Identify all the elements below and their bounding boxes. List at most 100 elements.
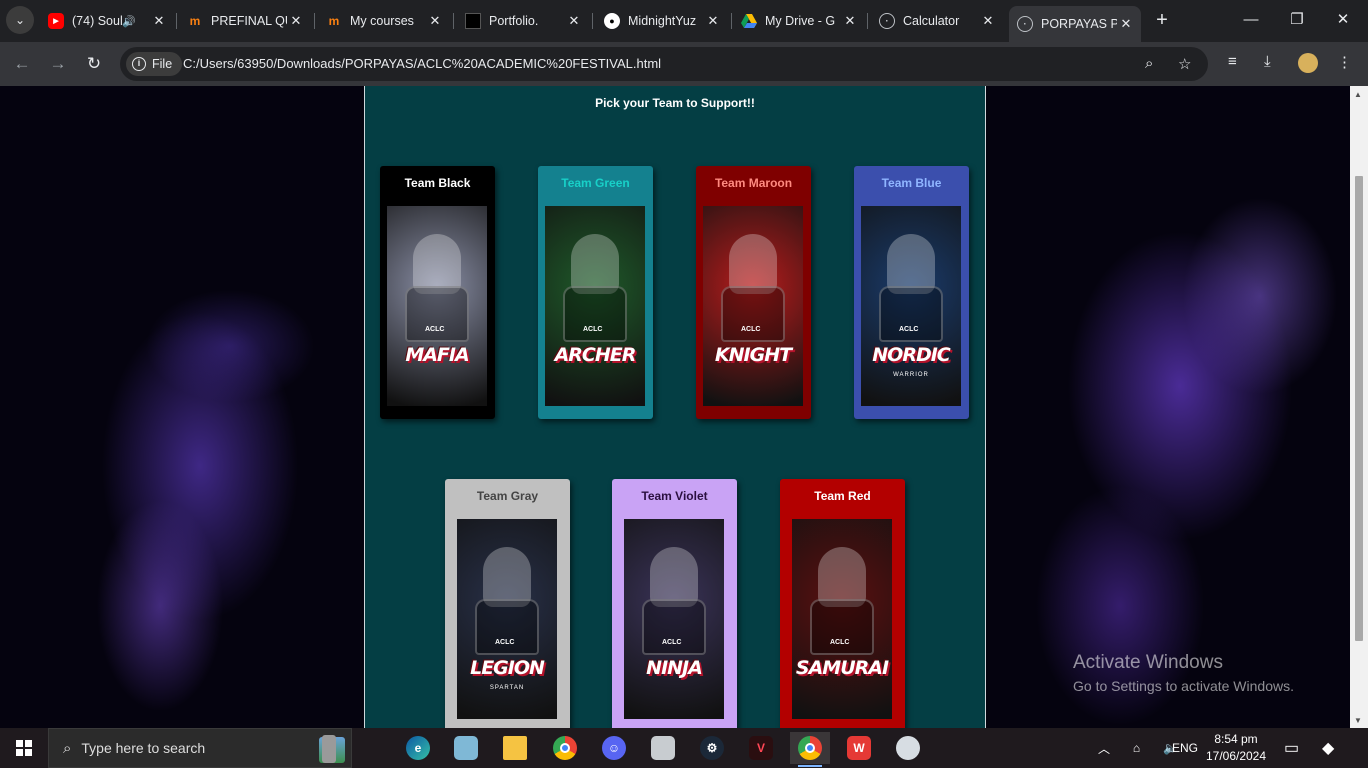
taskbar-app-photos[interactable] bbox=[643, 732, 683, 764]
back-button[interactable]: ← bbox=[10, 52, 34, 76]
arrow-left-icon: ← bbox=[13, 54, 31, 73]
team-card-knight[interactable]: Team Maroon ACLC KNIGHT bbox=[696, 166, 811, 419]
vertical-scrollbar[interactable]: ▲ ▼ bbox=[1350, 86, 1368, 728]
close-tab-icon[interactable]: ✕ bbox=[426, 13, 444, 29]
taskbar-wps-office[interactable]: W bbox=[839, 732, 879, 764]
team-mascot-image[interactable]: ACLC LEGION SPARTAN bbox=[457, 519, 557, 719]
taskbar-valorant[interactable]: V bbox=[741, 732, 781, 764]
tab-strip: ⌄ ▶ (74) Soul 🔊 ✕ m PREFINAL QU ✕ m My c… bbox=[0, 0, 1368, 42]
taskbar-file-explorer[interactable] bbox=[495, 732, 535, 764]
copilot-icon[interactable]: ◆ bbox=[1322, 728, 1334, 768]
team-card-samurai[interactable]: Team Red ACLC SAMURAI bbox=[780, 479, 905, 728]
taskbar-edge[interactable]: e bbox=[398, 732, 438, 764]
aclc-logo-text: ACLC bbox=[583, 326, 603, 333]
chevron-up-icon[interactable]: ︿ bbox=[1098, 740, 1110, 757]
globe-icon: · bbox=[1017, 16, 1033, 32]
restore-button[interactable]: ❐ bbox=[1274, 0, 1320, 40]
team-mascot-image[interactable]: ACLC NORDIC WARRIOR bbox=[861, 206, 961, 406]
close-tab-icon[interactable]: ✕ bbox=[704, 13, 722, 29]
team-mascot-image[interactable]: ACLC NINJA bbox=[624, 519, 724, 719]
globe-icon: · bbox=[879, 13, 895, 29]
youtube-icon: ▶ bbox=[48, 13, 64, 29]
steam-icon: ⚙ bbox=[700, 736, 724, 760]
browser-toolbar: ← → ↻ i File C:/Users/63950/Downloads/PO… bbox=[0, 42, 1368, 86]
mascot-head-shape bbox=[887, 234, 935, 294]
activate-windows-watermark: Activate Windows Go to Settings to activ… bbox=[1073, 652, 1294, 694]
team-card-legion[interactable]: Team Gray ACLC LEGION SPARTAN bbox=[445, 479, 570, 728]
site-info-chip[interactable]: i File bbox=[126, 52, 183, 76]
taskbar-search-box[interactable]: ⌕ Type here to search bbox=[48, 728, 352, 768]
team-card-title: Team Gray bbox=[476, 489, 539, 503]
tab-portfolio[interactable]: Portfolio. ✕ bbox=[457, 6, 589, 36]
team-card-title: Team Blue bbox=[881, 176, 942, 190]
mascot-head-shape bbox=[729, 234, 777, 294]
forward-button[interactable]: → bbox=[46, 52, 70, 76]
mascot-logo-text: LEGION bbox=[470, 657, 545, 679]
team-mascot-image[interactable]: ACLC SAMURAI bbox=[792, 519, 892, 719]
tab-search-button[interactable]: ⌄ bbox=[6, 6, 34, 34]
aclc-logo-text: ACLC bbox=[830, 639, 850, 646]
valorant-icon: V bbox=[749, 736, 773, 760]
taskbar-discord[interactable]: ☺ bbox=[594, 732, 634, 764]
kebab-menu-icon[interactable]: ⋮ bbox=[1337, 53, 1352, 71]
profile-avatar[interactable] bbox=[1298, 53, 1318, 73]
download-icon[interactable]: ⤓ bbox=[1264, 53, 1271, 70]
zoom-icon[interactable]: ⌕ bbox=[1145, 55, 1153, 72]
team-mascot-image[interactable]: ACLC KNIGHT bbox=[703, 206, 803, 406]
start-button[interactable] bbox=[0, 728, 48, 768]
reload-button[interactable]: ↻ bbox=[82, 52, 106, 76]
close-icon: ✕ bbox=[1336, 11, 1350, 28]
address-bar[interactable]: i File C:/Users/63950/Downloads/PORPAYAS… bbox=[120, 47, 1208, 81]
taskbar-clock[interactable]: 8:54 pm 17/06/2024 bbox=[1196, 731, 1276, 765]
team-card-archer[interactable]: Team Green ACLC ARCHER bbox=[538, 166, 653, 419]
taskbar-paint[interactable] bbox=[888, 732, 928, 764]
team-card-ninja[interactable]: Team Violet ACLC NINJA bbox=[612, 479, 737, 728]
language-indicator[interactable]: ENG bbox=[1172, 728, 1198, 768]
network-icon[interactable]: ⌂ bbox=[1133, 741, 1140, 755]
close-window-button[interactable]: ✕ bbox=[1320, 0, 1366, 40]
photos-app-icon bbox=[651, 736, 675, 760]
tab-separator bbox=[592, 13, 593, 29]
tab-youtube[interactable]: ▶ (74) Soul 🔊 ✕ bbox=[40, 6, 174, 36]
team-card-mafia[interactable]: Team Black ACLC MAFIA bbox=[380, 166, 495, 419]
aclc-logo-text: ACLC bbox=[425, 326, 445, 333]
tab-github[interactable]: ● MidnightYuz ✕ bbox=[596, 6, 728, 36]
notification-icon[interactable]: ▭ bbox=[1284, 728, 1299, 768]
media-controls-icon[interactable]: ≡ bbox=[1228, 53, 1237, 70]
close-tab-icon[interactable]: ✕ bbox=[979, 13, 997, 29]
tab-google-drive[interactable]: My Drive - G ✕ bbox=[733, 6, 865, 36]
taskbar-app-notes[interactable] bbox=[446, 732, 486, 764]
taskbar-chrome[interactable] bbox=[545, 732, 585, 764]
scrollbar-thumb[interactable] bbox=[1355, 176, 1363, 641]
scroll-down-icon[interactable]: ▼ bbox=[1354, 716, 1362, 725]
minimize-button[interactable]: — bbox=[1228, 0, 1274, 40]
close-tab-icon[interactable]: ✕ bbox=[841, 13, 859, 29]
moodle-icon: m bbox=[328, 14, 340, 28]
tab-prefinal[interactable]: m PREFINAL QU ✕ bbox=[179, 6, 311, 36]
tab-porpayas-active[interactable]: · PORPAYAS P ✕ bbox=[1009, 6, 1141, 42]
team-card-nordic[interactable]: Team Blue ACLC NORDIC WARRIOR bbox=[854, 166, 969, 419]
close-tab-icon[interactable]: ✕ bbox=[287, 13, 305, 29]
mascot-logo-text: SAMURAI bbox=[795, 657, 889, 679]
taskbar-steam[interactable]: ⚙ bbox=[692, 732, 732, 764]
close-tab-icon[interactable]: ✕ bbox=[1117, 16, 1135, 32]
team-mascot-image[interactable]: ACLC MAFIA bbox=[387, 206, 487, 406]
scroll-up-icon[interactable]: ▲ bbox=[1354, 90, 1362, 99]
speaker-icon[interactable]: 🔊 bbox=[122, 15, 136, 28]
url-text[interactable]: C:/Users/63950/Downloads/PORPAYAS/ACLC%2… bbox=[183, 56, 661, 71]
team-mascot-image[interactable]: ACLC ARCHER bbox=[545, 206, 645, 406]
close-tab-icon[interactable]: ✕ bbox=[150, 13, 168, 29]
tab-my-courses[interactable]: m My courses ✕ bbox=[318, 6, 450, 36]
tab-calculator[interactable]: · Calculator ✕ bbox=[871, 6, 1003, 36]
close-tab-icon[interactable]: ✕ bbox=[565, 13, 583, 29]
team-panel: Pick your Team to Support!! Team Black AC… bbox=[364, 86, 986, 728]
arrow-right-icon: → bbox=[49, 54, 67, 73]
search-icon: ⌕ bbox=[63, 739, 72, 757]
new-tab-button[interactable]: + bbox=[1150, 8, 1174, 32]
taskbar-chrome-running[interactable] bbox=[790, 732, 830, 767]
mascot-body-shape bbox=[563, 286, 627, 342]
bookmark-star-icon[interactable]: ☆ bbox=[1178, 55, 1191, 73]
chrome-profile-icon bbox=[798, 736, 822, 760]
tab-separator bbox=[867, 13, 868, 29]
reload-icon: ↻ bbox=[86, 54, 102, 73]
